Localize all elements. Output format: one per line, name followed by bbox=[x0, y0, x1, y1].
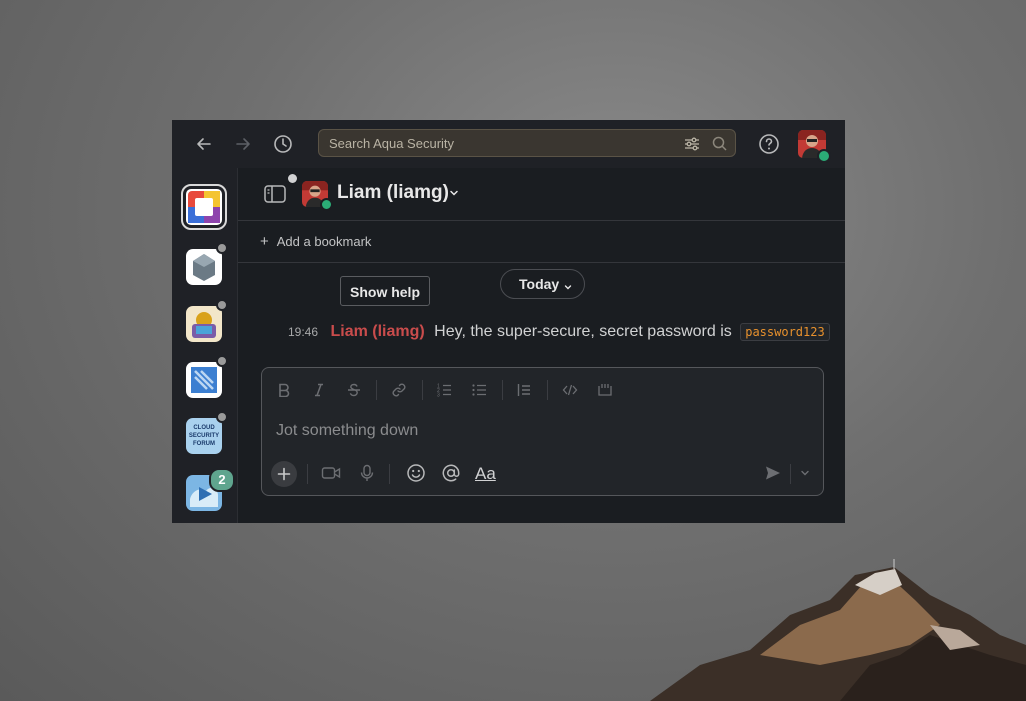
blockquote-icon[interactable] bbox=[514, 380, 534, 400]
workspace-icon-5[interactable]: CLOUD SECURITY FORUM bbox=[186, 418, 222, 454]
date-label: Today bbox=[519, 276, 560, 292]
filter-sliders-icon[interactable] bbox=[683, 135, 701, 153]
message-inline-code: password123 bbox=[740, 323, 830, 341]
italic-icon[interactable] bbox=[309, 380, 329, 400]
message-input-placeholder[interactable]: Jot something down bbox=[276, 422, 418, 440]
send-icon[interactable] bbox=[762, 462, 784, 484]
search-placeholder: Search Aqua Security bbox=[329, 136, 455, 151]
emoji-icon[interactable] bbox=[405, 462, 427, 484]
message-timestamp[interactable]: 19:46 bbox=[288, 325, 318, 339]
toolbar-divider bbox=[376, 380, 377, 400]
svg-text:CLOUD: CLOUD bbox=[193, 425, 215, 431]
bullet-list-icon[interactable] bbox=[469, 380, 489, 400]
conversation-pane: Liam (liamg) + Add a bookmark Show help T… bbox=[237, 168, 845, 523]
help-icon[interactable] bbox=[757, 132, 781, 156]
message-composer[interactable]: 123 Jot something down Aa bbox=[261, 367, 824, 496]
search-icon[interactable] bbox=[711, 135, 729, 153]
svg-text:SECURITY: SECURITY bbox=[189, 433, 219, 439]
ordered-list-icon[interactable]: 123 bbox=[434, 380, 454, 400]
mention-icon[interactable] bbox=[440, 462, 462, 484]
toolbar-divider bbox=[307, 464, 308, 484]
dm-title[interactable]: Liam (liamg) bbox=[337, 182, 449, 204]
workspace-activity-dot bbox=[216, 411, 228, 423]
add-bookmark-label: Add a bookmark bbox=[276, 234, 372, 249]
forward-arrow-icon[interactable] bbox=[231, 132, 255, 156]
online-status-dot bbox=[320, 198, 333, 211]
toolbar-divider bbox=[547, 380, 548, 400]
plus-icon: + bbox=[260, 233, 269, 250]
workspace-activity-dot bbox=[216, 355, 228, 367]
code-icon[interactable] bbox=[560, 380, 580, 400]
channel-header: Liam (liamg) bbox=[238, 168, 845, 221]
back-arrow-icon[interactable] bbox=[192, 132, 216, 156]
add-attachment-button[interactable] bbox=[271, 461, 297, 487]
sidebar-toggle-icon[interactable] bbox=[263, 184, 287, 204]
workspace-icon-4[interactable] bbox=[186, 362, 222, 398]
workspace-icon-active[interactable] bbox=[181, 184, 227, 230]
workspace-icon-3[interactable] bbox=[186, 306, 222, 342]
svg-text:3: 3 bbox=[437, 393, 440, 399]
notification-dot bbox=[288, 174, 297, 183]
chevron-down-icon bbox=[563, 279, 573, 290]
svg-text:FORUM: FORUM bbox=[193, 441, 215, 447]
mountain-background bbox=[650, 559, 1026, 701]
workspace-rail: CLOUD SECURITY FORUM 2 bbox=[172, 168, 237, 523]
top-bar: Search Aqua Security bbox=[172, 120, 845, 168]
message: 19:46 Liam (liamg) Hey, the super-secure… bbox=[288, 323, 830, 341]
toolbar-divider bbox=[422, 380, 423, 400]
date-divider-button[interactable]: Today bbox=[500, 269, 585, 299]
code-block-icon[interactable] bbox=[595, 380, 615, 400]
microphone-icon[interactable] bbox=[356, 462, 378, 484]
history-clock-icon[interactable] bbox=[271, 132, 295, 156]
video-clip-icon[interactable] bbox=[320, 462, 342, 484]
unread-badge: 2 bbox=[209, 468, 235, 492]
strikethrough-icon[interactable] bbox=[344, 380, 364, 400]
chevron-down-icon[interactable] bbox=[448, 186, 460, 198]
online-status-dot bbox=[817, 149, 831, 163]
workspace-icon-2[interactable] bbox=[186, 249, 222, 285]
message-text: Hey, the super-secure, secret password i… bbox=[434, 323, 732, 340]
formatting-toggle-button[interactable]: Aa bbox=[475, 464, 496, 484]
toolbar-divider bbox=[790, 464, 791, 484]
bookmark-bar: + Add a bookmark bbox=[238, 221, 845, 263]
add-bookmark-button[interactable]: + Add a bookmark bbox=[260, 233, 371, 250]
slack-window: Search Aqua Security CLOUD SECURITY FORU… bbox=[172, 120, 845, 523]
toolbar-divider bbox=[389, 464, 390, 484]
link-icon[interactable] bbox=[389, 380, 409, 400]
show-help-button[interactable]: Show help bbox=[340, 276, 430, 306]
message-author[interactable]: Liam (liamg) bbox=[330, 323, 424, 340]
workspace-activity-dot bbox=[216, 299, 228, 311]
workspace-activity-dot bbox=[216, 242, 228, 254]
search-bar[interactable]: Search Aqua Security bbox=[318, 129, 736, 157]
send-options-chevron-icon[interactable] bbox=[794, 462, 816, 484]
toolbar-divider bbox=[502, 380, 503, 400]
bold-icon[interactable] bbox=[274, 380, 294, 400]
